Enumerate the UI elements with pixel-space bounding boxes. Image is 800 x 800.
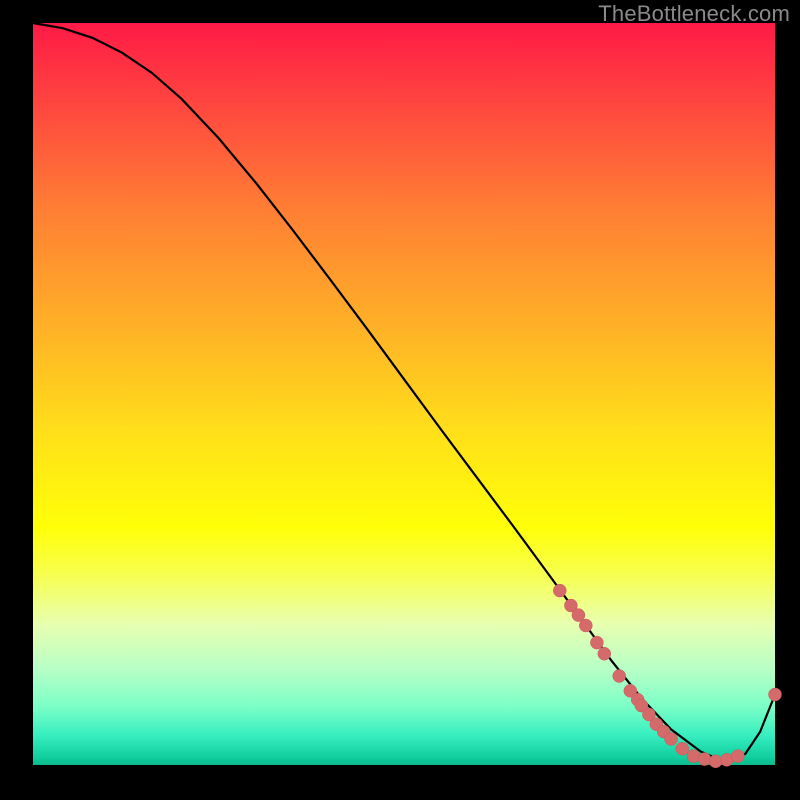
data-point: [709, 755, 722, 768]
data-point: [613, 670, 626, 683]
data-point: [579, 619, 592, 632]
data-point: [731, 750, 744, 763]
data-point: [590, 636, 603, 649]
watermark-text: TheBottleneck.com: [598, 1, 790, 27]
data-point: [769, 688, 782, 701]
bottleneck-curve: [33, 23, 775, 761]
data-point: [698, 753, 711, 766]
data-points: [553, 584, 781, 768]
data-point: [665, 733, 678, 746]
data-point: [553, 584, 566, 597]
data-point: [598, 647, 611, 660]
chart-svg: [33, 23, 775, 765]
data-point: [676, 742, 689, 755]
